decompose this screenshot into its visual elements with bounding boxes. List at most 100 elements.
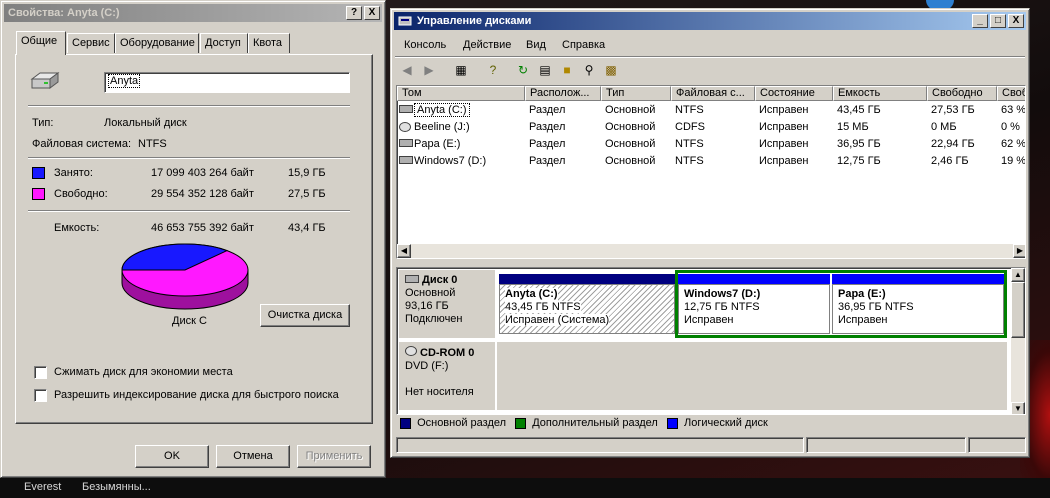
volume-name-cell: Anyta (C:) [414,103,470,117]
compress-checkbox[interactable] [34,366,47,379]
cd-drive-icon [405,346,417,356]
column-header-volume[interactable]: Том [397,86,525,101]
tab-service[interactable]: Сервис [67,33,115,53]
table-row[interactable]: Beeline (J:) Раздел Основной CDFS Исправен 15… [397,119,1025,136]
taskbar-item-untitled[interactable]: Безымянны... [82,481,151,493]
index-checkbox[interactable] [34,389,47,402]
partition-e[interactable]: Papa (E:) 36,95 ГБ NTFS Исправен [832,274,1004,334]
volume-type-cell: Основной [605,155,656,167]
used-label: Занято: [54,167,93,179]
volume-fs-cell: NTFS [675,138,704,150]
disk-0-label-panel[interactable]: Диск 0 Основной 93,16 ГБ Подключен [399,270,495,338]
close-button[interactable]: X [364,6,380,20]
help-icon[interactable]: ? [483,61,503,79]
tab-quota[interactable]: Квота [248,33,290,53]
scroll-up-arrow-icon[interactable]: ▲ [1011,268,1025,282]
refresh-icon[interactable]: ↻ [513,61,533,79]
minimize-button[interactable]: _ [972,14,988,28]
volume-status-cell: Исправен [759,155,809,167]
separator [28,105,350,107]
scroll-right-arrow-icon[interactable]: ▶ [1013,244,1025,258]
tab-general[interactable]: Общие [16,31,66,55]
type-label: Тип: [32,117,54,129]
export-icon[interactable]: ▩ [601,61,621,79]
disk-0-state: Подключен [405,313,463,325]
cdrom-0-title-row: CD-ROM 0 [405,346,489,360]
table-row[interactable]: Windows7 (D:) Раздел Основной NTFS Исправен 1… [397,153,1025,170]
table-row[interactable]: Anyta (C:) Раздел Основной NTFS Исправен 43,4… [397,102,1026,119]
volume-status-cell: Исправен [759,138,809,150]
disk-drive-icon [399,156,413,164]
volume-pct-cell: 63 % [1001,104,1026,116]
volume-free-cell: 22,94 ГБ [931,138,975,150]
legend-logical-swatch [666,417,678,429]
cancel-button[interactable]: Отмена [216,445,290,468]
free-gb: 27,5 ГБ [288,188,326,200]
partition-d[interactable]: Windows7 (D:) 12,75 ГБ NTFS Исправен [678,274,830,334]
partition-e-box: Papa (E:) 36,95 ГБ NTFS Исправен [832,284,1004,334]
column-header-status[interactable]: Состояние [755,86,833,101]
filesystem-label: Файловая система: [32,138,132,150]
vertical-scrollbar[interactable]: ▲ ▼ [1011,268,1025,414]
maximize-button[interactable]: □ [990,14,1006,28]
volume-name-cell: Papa (E:) [414,138,461,150]
menu-help[interactable]: Справка [562,39,605,51]
column-header-free-pct[interactable]: Своб [997,86,1025,101]
menu-console[interactable]: Консоль [404,39,446,51]
show-hide-tree-icon[interactable]: ▦ [451,61,471,79]
back-arrow-icon[interactable]: ◀ [397,61,417,79]
cdrom-0-label-panel[interactable]: CD-ROM 0 DVD (F:) Нет носителя [399,342,495,410]
help-button[interactable]: ? [346,6,362,20]
partition-e-status: Исправен [838,314,888,326]
open-folder-icon[interactable]: ■ [557,61,577,79]
close-button[interactable]: X [1008,14,1024,28]
column-header-type[interactable]: Тип [601,86,671,101]
column-header-capacity[interactable]: Емкость [833,86,927,101]
taskbar-item-everest[interactable]: Everest [24,481,61,493]
disk-management-icon [398,16,412,26]
menu-view[interactable]: Вид [526,39,546,51]
search-icon[interactable]: ⚲ [579,61,599,79]
volume-status-cell: Исправен [759,121,809,133]
properties-icon[interactable]: ▤ [535,61,555,79]
free-bytes: 29 554 352 128 байт [151,188,254,200]
diskmgmt-titlebar[interactable]: Управление дисками _ □ X [394,12,1026,30]
status-bar [396,437,1026,453]
volume-layout-cell: Раздел [529,121,566,133]
scroll-down-arrow-icon[interactable]: ▼ [1011,402,1025,414]
volume-capacity-cell: 43,45 ГБ [837,104,881,116]
partition-c[interactable]: Anyta (C:) 43,45 ГБ NTFS Исправен (Систе… [499,274,675,334]
capacity-bytes: 46 653 755 392 байт [151,222,254,234]
tab-sharing[interactable]: Доступ [200,33,248,53]
scroll-left-arrow-icon[interactable]: ◀ [397,244,411,258]
horizontal-scrollbar[interactable]: ◀ ▶ [397,244,1025,258]
partition-c-name: Anyta (C:) [505,288,558,301]
ok-button[interactable]: OK [135,445,209,468]
properties-titlebar[interactable]: Свойства: Anyta (C:) ? X [4,4,382,22]
column-header-layout[interactable]: Располож... [525,86,601,101]
disk-0-size: 93,16 ГБ [405,300,449,312]
tab-hardware[interactable]: Оборудование [115,33,199,53]
volume-fs-cell: NTFS [675,155,704,167]
free-space-swatch [32,188,45,200]
volume-capacity-cell: 36,95 ГБ [837,138,881,150]
apply-button[interactable]: Применить [297,445,371,468]
disk-0-title-row: Диск 0 [405,274,489,287]
drive-name-value: Anyta [108,74,141,88]
scrollbar-thumb[interactable] [1011,282,1025,338]
disk-cleanup-button[interactable]: Очистка диска [260,304,350,327]
cdrom-0-name: CD-ROM 0 [420,347,475,359]
menu-action[interactable]: Действие [463,39,511,51]
drive-name-field[interactable]: Anyta [104,72,350,93]
forward-arrow-icon[interactable]: ▶ [419,61,439,79]
separator [28,157,350,159]
column-header-filesystem[interactable]: Файловая с... [671,86,755,101]
column-header-free[interactable]: Свободно [927,86,997,101]
disk-0-kind: Основной [405,287,456,299]
volume-capacity-cell: 15 МБ [837,121,869,133]
volume-layout-cell: Раздел [529,104,566,116]
table-row[interactable]: Papa (E:) Раздел Основной NTFS Исправен 36,95… [397,136,1025,153]
partition-d-name: Windows7 (D:) [684,288,761,300]
disk-management-window: Управление дисками _ □ X Консоль Действи… [390,8,1030,458]
